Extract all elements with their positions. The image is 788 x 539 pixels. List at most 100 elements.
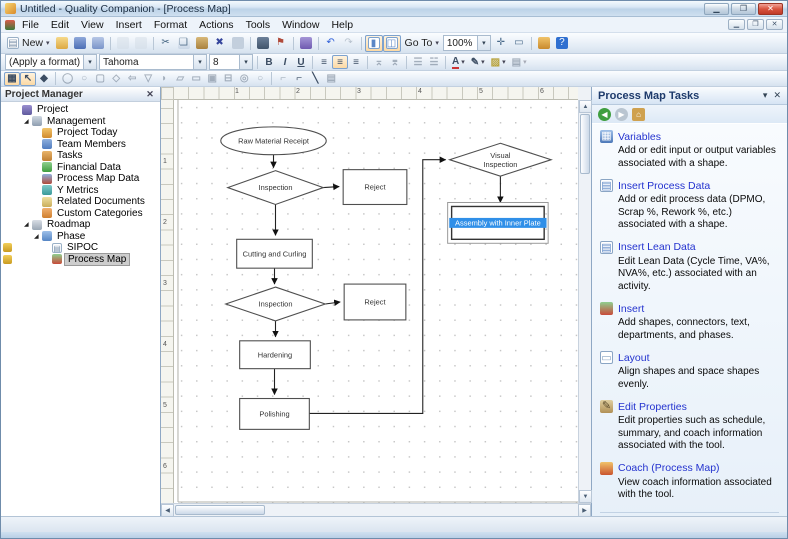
fill-color-button[interactable]: ▨ ▾ bbox=[488, 55, 509, 69]
menu-file[interactable]: File bbox=[16, 18, 45, 32]
project-manager-close-button[interactable]: ✕ bbox=[144, 89, 156, 100]
find-button[interactable] bbox=[254, 35, 272, 52]
tree-item-related-documents[interactable]: Related Documents bbox=[1, 196, 160, 208]
cut-button[interactable]: ✂ bbox=[157, 35, 175, 52]
redo-button[interactable]: ↷ bbox=[340, 35, 358, 52]
zoom-region-button[interactable]: ▭ bbox=[510, 35, 528, 52]
tree-expander-icon[interactable]: ◢ bbox=[24, 221, 32, 228]
tree-item-project-today[interactable]: Project Today bbox=[1, 127, 160, 139]
follow-up-button[interactable]: ⚑ bbox=[272, 35, 290, 52]
shape-rectangle-button[interactable]: ▢ bbox=[92, 72, 108, 86]
shape-block-arrow-button[interactable]: ⇦ bbox=[124, 72, 140, 86]
tree-item-y-metrics[interactable]: Y Metrics bbox=[1, 185, 160, 197]
export-button[interactable] bbox=[114, 35, 132, 52]
maximize-button[interactable]: ❐ bbox=[731, 2, 756, 15]
text-box-button[interactable]: ▤ bbox=[323, 72, 339, 86]
send-button[interactable] bbox=[132, 35, 150, 52]
panel-double-button[interactable]: ◫ bbox=[382, 34, 401, 52]
menu-help[interactable]: Help bbox=[325, 18, 359, 32]
flow-node-reject[interactable]: Reject bbox=[342, 169, 408, 206]
drawing-canvas[interactable]: Raw Material Receipt Inspection Reject Cutt… bbox=[174, 100, 578, 503]
flow-node-raw-material-receipt[interactable]: Raw Material Receipt bbox=[220, 126, 327, 156]
task-link-variables[interactable]: ▦ Variables bbox=[600, 130, 779, 143]
open-folder-button[interactable] bbox=[53, 35, 71, 52]
menu-view[interactable]: View bbox=[75, 18, 110, 32]
task-link-edit-properties[interactable]: ✎ Edit Properties bbox=[600, 400, 779, 413]
scroll-down-icon[interactable]: ▼ bbox=[579, 490, 592, 503]
coach-button[interactable] bbox=[535, 35, 553, 52]
font-color-button[interactable]: A ▾ bbox=[449, 55, 468, 69]
home-icon[interactable]: ⌂ bbox=[632, 107, 645, 121]
go-to-button[interactable]: Go To ▾ bbox=[401, 35, 442, 52]
copy-button[interactable]: ❏ bbox=[175, 35, 193, 52]
font-size-select[interactable]: 8 ▾ bbox=[209, 54, 253, 70]
shape-rounded-rect-button[interactable]: ▣ bbox=[204, 72, 220, 86]
menu-format[interactable]: Format bbox=[148, 18, 193, 32]
mdi-restore-button[interactable]: ❐ bbox=[747, 19, 764, 30]
shape-process-button[interactable]: ⊟ bbox=[220, 72, 236, 86]
align-bottom-button[interactable]: ⌆ bbox=[387, 55, 403, 69]
data-grid-button[interactable]: ▦ bbox=[4, 71, 20, 86]
italic-button[interactable]: I bbox=[277, 55, 293, 69]
canvas-vertical-scrollbar[interactable]: ▲ ▼ bbox=[578, 100, 592, 503]
flow-node-inspection[interactable]: Inspection bbox=[224, 286, 327, 322]
horizontal-scroll-thumb[interactable] bbox=[175, 505, 265, 515]
menu-tools[interactable]: Tools bbox=[240, 18, 277, 32]
select-cursor-button[interactable]: ↖ bbox=[20, 71, 36, 86]
undo-button[interactable]: ↶ bbox=[322, 35, 340, 52]
tree-item-management[interactable]: ◢ Management bbox=[1, 116, 160, 128]
task-link-layout[interactable]: ▭ Layout bbox=[600, 351, 779, 364]
task-link-insert-process-data[interactable]: ▤ Insert Process Data bbox=[600, 179, 779, 192]
minimize-button[interactable]: ▁ bbox=[704, 2, 729, 15]
mdi-close-button[interactable]: ✕ bbox=[766, 19, 783, 30]
flow-node-inspection[interactable]: Inspection bbox=[226, 170, 325, 206]
zoom-combo[interactable]: 100% ▾ bbox=[442, 35, 491, 51]
line-connector-button[interactable]: ╲ bbox=[307, 72, 323, 86]
menu-edit[interactable]: Edit bbox=[45, 18, 75, 32]
task-link-insert[interactable]: Insert bbox=[600, 302, 779, 315]
shape-triangle-button[interactable]: ▽ bbox=[140, 72, 156, 86]
flow-connector[interactable] bbox=[325, 299, 341, 307]
tree-item-project[interactable]: Project bbox=[1, 104, 160, 116]
menu-actions[interactable]: Actions bbox=[193, 18, 239, 32]
tree-expander-icon[interactable]: ◢ bbox=[34, 233, 42, 240]
tree-item-process-map[interactable]: Process Map bbox=[1, 252, 160, 266]
pan-button[interactable]: ✛ bbox=[492, 35, 510, 52]
shape-ellipse-button[interactable]: ◯ bbox=[59, 72, 76, 86]
task-link-coach-process-map[interactable]: Coach (Process Map) bbox=[600, 461, 779, 475]
comment-button[interactable] bbox=[297, 35, 315, 52]
canvas-horizontal-scrollbar[interactable]: ◀ ▶ bbox=[161, 503, 591, 517]
department-button[interactable]: ⌐ bbox=[275, 72, 291, 86]
shadow-color-button[interactable]: ▤ ▾ bbox=[509, 55, 530, 69]
paste-button[interactable] bbox=[193, 35, 211, 52]
import-shapes-button[interactable]: ◆ bbox=[36, 72, 52, 86]
tree-item-team-members[interactable]: Team Members bbox=[1, 139, 160, 151]
tree-item-roadmap[interactable]: ◢ Roadmap bbox=[1, 219, 160, 231]
tree-item-tasks[interactable]: Tasks bbox=[1, 150, 160, 162]
back-icon[interactable]: ◀ bbox=[598, 107, 611, 121]
bold-button[interactable]: B bbox=[261, 55, 277, 69]
tasks-panel-collapse-button[interactable]: ▾ bbox=[763, 90, 768, 101]
flow-node-reject[interactable]: Reject bbox=[343, 283, 407, 321]
panel-single-button[interactable]: ▮ bbox=[364, 34, 383, 52]
font-family-select[interactable]: Tahoma ▾ bbox=[99, 54, 207, 70]
apply-format-select[interactable]: (Apply a format) ▾ bbox=[5, 54, 97, 70]
align-top-button[interactable]: ⌅ bbox=[371, 55, 387, 69]
mdi-minimize-button[interactable]: ▁ bbox=[728, 19, 745, 30]
tasks-panel-close-button[interactable]: ✕ bbox=[773, 90, 781, 101]
flow-node-hardening[interactable]: Hardening bbox=[239, 340, 311, 370]
new-document-button[interactable]: ▤ New ▾ bbox=[4, 35, 53, 52]
bullet-list-button[interactable]: ☱ bbox=[426, 55, 442, 69]
tree-expander-icon[interactable]: ◢ bbox=[24, 118, 32, 125]
shape-diamond-button[interactable]: ◇ bbox=[108, 72, 124, 86]
vertical-scroll-thumb[interactable] bbox=[580, 114, 590, 174]
scroll-up-icon[interactable]: ▲ bbox=[579, 100, 592, 113]
tree-item-phase[interactable]: ◢ Phase bbox=[1, 231, 160, 243]
tree-item-custom-categories[interactable]: Custom Categories bbox=[1, 208, 160, 220]
task-link-insert-lean-data[interactable]: ▤ Insert Lean Data bbox=[600, 240, 779, 254]
flow-node-polishing[interactable]: Polishing bbox=[239, 397, 310, 430]
flow-node-assembly-with-inner-plate[interactable]: Assembly with Inner Plate bbox=[447, 201, 549, 244]
align-right-button[interactable]: ≡ bbox=[348, 55, 364, 69]
elbow-connector-button[interactable]: ⌐ bbox=[291, 72, 307, 86]
menu-insert[interactable]: Insert bbox=[110, 18, 148, 32]
